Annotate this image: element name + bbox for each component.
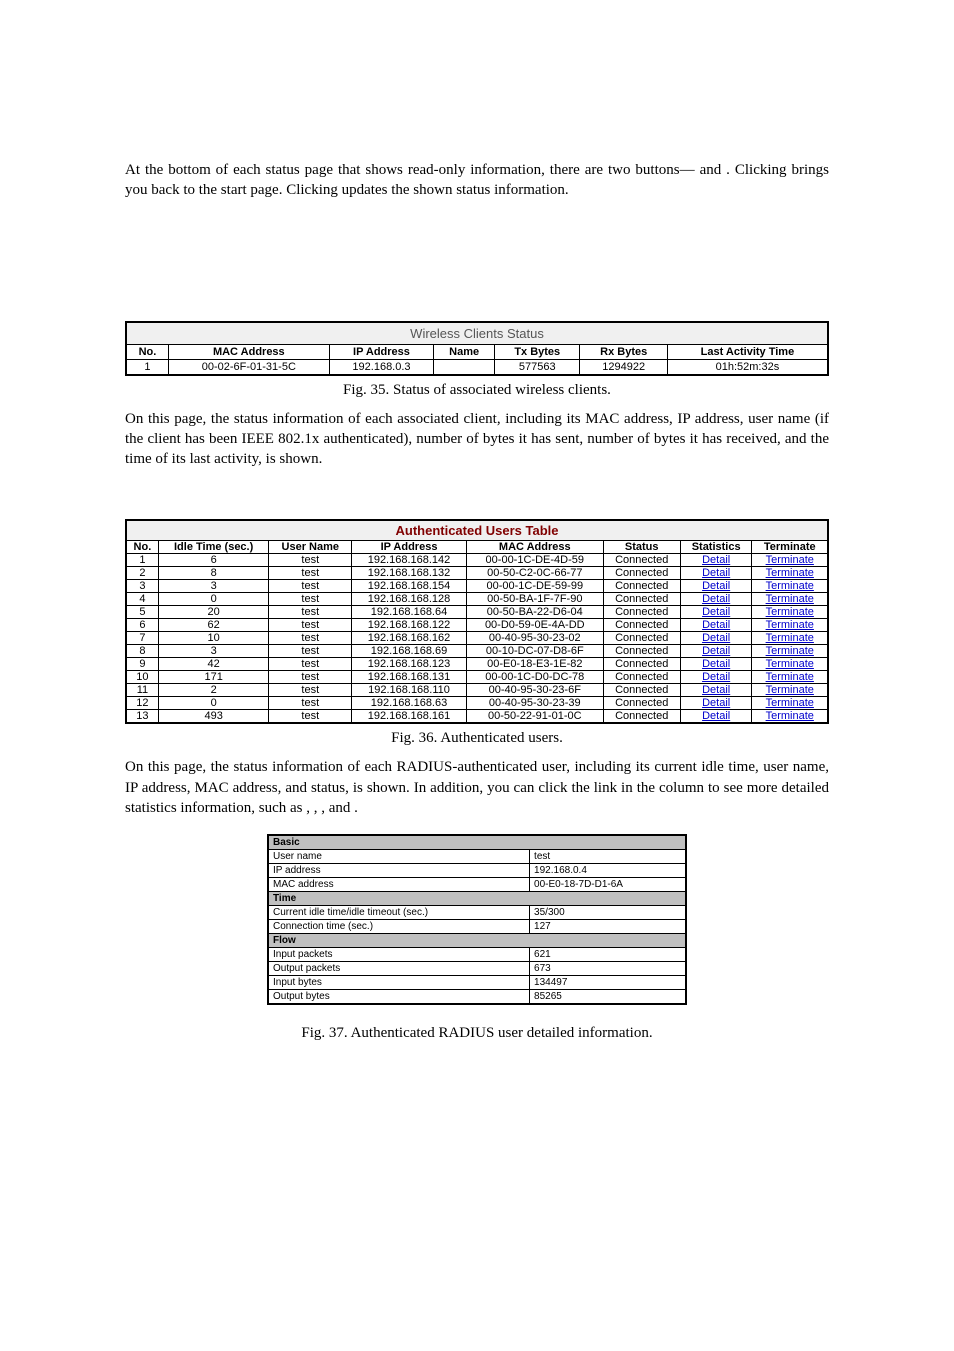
wireless-clients-table: Wireless Clients Status No. MAC Address … bbox=[125, 321, 829, 376]
auth-col-header: Status bbox=[603, 541, 680, 554]
table-row: 710test192.168.168.16200-40-95-30-23-02C… bbox=[126, 632, 828, 645]
col-rx: Rx Bytes bbox=[580, 344, 667, 359]
col-ip: IP Address bbox=[329, 344, 434, 359]
section-basic: Basic bbox=[268, 835, 686, 850]
terminate-link[interactable]: Terminate bbox=[766, 567, 814, 579]
detail-link[interactable]: Detail bbox=[702, 619, 730, 631]
table-row: 40test192.168.168.12800-50-BA-1F-7F-90Co… bbox=[126, 593, 828, 606]
fig35-caption: Fig. 35. Status of associated wireless c… bbox=[125, 382, 829, 399]
detail-link[interactable]: Detail bbox=[702, 697, 730, 709]
terminate-link[interactable]: Terminate bbox=[766, 710, 814, 722]
terminate-link[interactable]: Terminate bbox=[766, 697, 814, 709]
col-name: Name bbox=[434, 344, 495, 359]
auth-col-header: Statistics bbox=[680, 541, 752, 554]
table-row: 942test192.168.168.12300-E0-18-E3-1E-82C… bbox=[126, 658, 828, 671]
auth-col-header: User Name bbox=[269, 541, 352, 554]
fig36-caption: Fig. 36. Authenticated users. bbox=[125, 730, 829, 747]
intro-paragraph: At the bottom of each status page that s… bbox=[125, 160, 829, 201]
col-no: No. bbox=[126, 344, 168, 359]
terminate-link[interactable]: Terminate bbox=[766, 619, 814, 631]
table-row: 16test192.168.168.14200-00-1C-DE-4D-59Co… bbox=[126, 554, 828, 567]
detail-link[interactable]: Detail bbox=[702, 606, 730, 618]
table-row: 83test192.168.168.6900-10-DC-07-D8-6FCon… bbox=[126, 645, 828, 658]
auth-table-title: Authenticated Users Table bbox=[126, 520, 828, 541]
auth-col-header: MAC Address bbox=[466, 541, 603, 554]
table-row: 662test192.168.168.12200-D0-59-0E-4A-DDC… bbox=[126, 619, 828, 632]
col-tx: Tx Bytes bbox=[495, 344, 580, 359]
para3: On this page, the status information of … bbox=[125, 757, 829, 818]
terminate-link[interactable]: Terminate bbox=[766, 606, 814, 618]
section-time: Time bbox=[268, 892, 686, 906]
detail-link[interactable]: Detail bbox=[702, 671, 730, 683]
authenticated-users-table: Authenticated Users Table No.Idle Time (… bbox=[125, 519, 829, 724]
col-last: Last Activity Time bbox=[667, 344, 828, 359]
detail-link[interactable]: Detail bbox=[702, 567, 730, 579]
table-row: 120test192.168.168.6300-40-95-30-23-39Co… bbox=[126, 697, 828, 710]
table-row: 13493test192.168.168.16100-50-22-91-01-0… bbox=[126, 710, 828, 724]
auth-col-header: IP Address bbox=[352, 541, 467, 554]
terminate-link[interactable]: Terminate bbox=[766, 658, 814, 670]
table-row: 1 00-02-6F-01-31-5C 192.168.0.3 577563 1… bbox=[126, 359, 828, 375]
terminate-link[interactable]: Terminate bbox=[766, 645, 814, 657]
table-row: 10171test192.168.168.13100-00-1C-D0-DC-7… bbox=[126, 671, 828, 684]
terminate-link[interactable]: Terminate bbox=[766, 580, 814, 592]
table-row: 112test192.168.168.11000-40-95-30-23-6FC… bbox=[126, 684, 828, 697]
auth-col-header: Idle Time (sec.) bbox=[158, 541, 269, 554]
auth-col-header: No. bbox=[126, 541, 158, 554]
table-row: 520test192.168.168.6400-50-BA-22-D6-04Co… bbox=[126, 606, 828, 619]
detail-link[interactable]: Detail bbox=[702, 554, 730, 566]
detail-link[interactable]: Detail bbox=[702, 684, 730, 696]
detail-link[interactable]: Detail bbox=[702, 658, 730, 670]
user-detail-table: Basic User nametest IP address192.168.0.… bbox=[267, 834, 687, 1005]
terminate-link[interactable]: Terminate bbox=[766, 554, 814, 566]
terminate-link[interactable]: Terminate bbox=[766, 632, 814, 644]
para2: On this page, the status information of … bbox=[125, 409, 829, 470]
detail-link[interactable]: Detail bbox=[702, 632, 730, 644]
detail-link[interactable]: Detail bbox=[702, 593, 730, 605]
table-row: 28test192.168.168.13200-50-C2-0C-66-77Co… bbox=[126, 567, 828, 580]
terminate-link[interactable]: Terminate bbox=[766, 593, 814, 605]
detail-link[interactable]: Detail bbox=[702, 710, 730, 722]
section-flow: Flow bbox=[268, 934, 686, 948]
auth-col-header: Terminate bbox=[752, 541, 828, 554]
fig37-caption: Fig. 37. Authenticated RADIUS user detai… bbox=[125, 1025, 829, 1042]
table-row: 33test192.168.168.15400-00-1C-DE-59-99Co… bbox=[126, 580, 828, 593]
wireless-table-title: Wireless Clients Status bbox=[126, 322, 828, 345]
terminate-link[interactable]: Terminate bbox=[766, 671, 814, 683]
detail-link[interactable]: Detail bbox=[702, 645, 730, 657]
col-mac: MAC Address bbox=[168, 344, 329, 359]
terminate-link[interactable]: Terminate bbox=[766, 684, 814, 696]
detail-link[interactable]: Detail bbox=[702, 580, 730, 592]
